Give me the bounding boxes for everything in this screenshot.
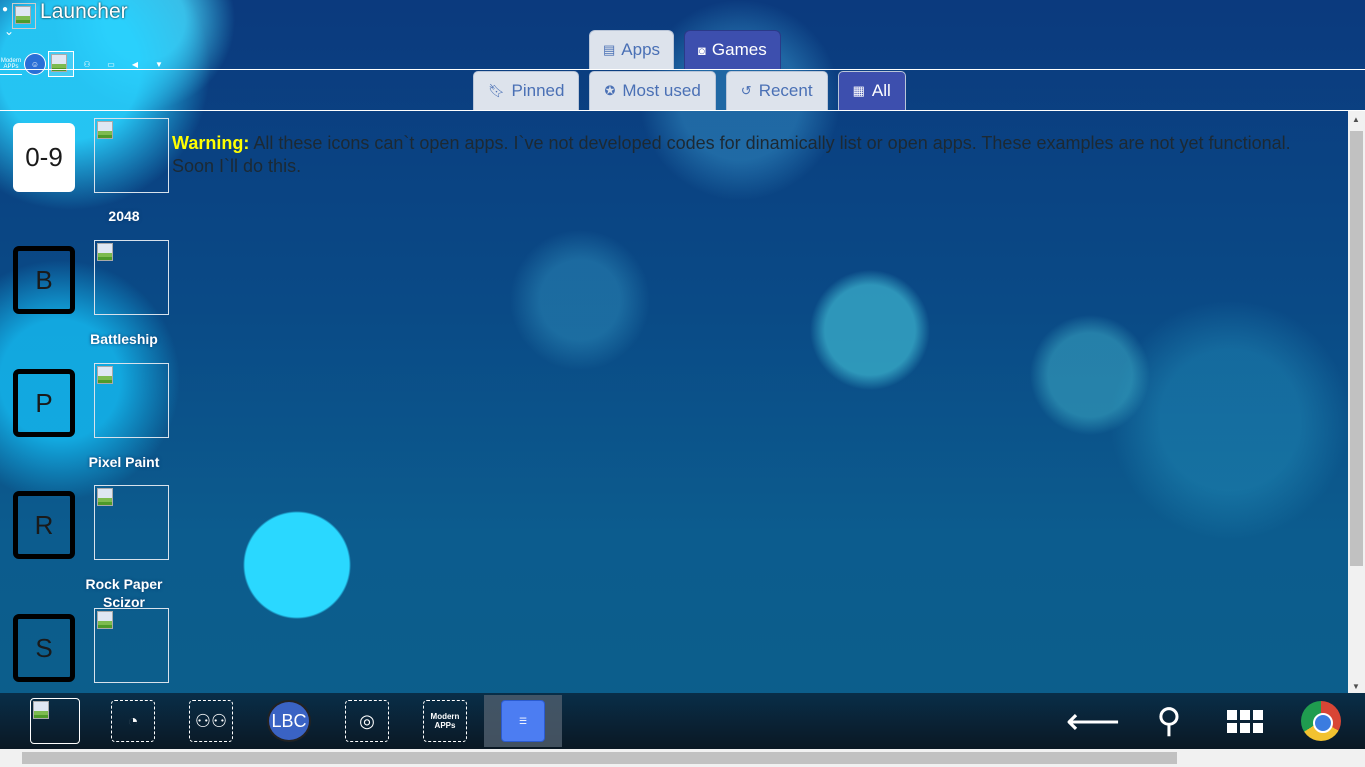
- grid-icon: ▦: [852, 83, 865, 98]
- camera-mini-icon[interactable]: ▭: [100, 53, 122, 75]
- title-bar: ● Launcher: [2, 0, 128, 30]
- tab-recent-label: Recent: [758, 81, 813, 100]
- letter-group-b[interactable]: B: [13, 246, 75, 314]
- taskbar: ◔ ⚇⚇ LBC ◎ Modern APPs ☰ ⟵ ⚲: [0, 693, 1365, 749]
- warning-prefix: Warning:: [172, 133, 250, 153]
- wifi-icon[interactable]: ▼: [148, 53, 170, 75]
- app-label[interactable]: Rock Paper Scizor: [82, 575, 166, 611]
- page-title: Launcher: [40, 0, 128, 23]
- people-mini-icon[interactable]: ⚇: [76, 53, 98, 75]
- tab-recent[interactable]: ↺ Recent: [725, 71, 828, 110]
- broken-image-icon: [30, 698, 80, 744]
- app-icon[interactable]: [94, 608, 169, 683]
- bookmark-icon: 🔖︎: [488, 83, 505, 98]
- taskbar-item-lbc[interactable]: LBC: [250, 695, 328, 747]
- chrome-icon[interactable]: [1297, 697, 1345, 745]
- tab-games[interactable]: ◙ Games: [684, 30, 781, 69]
- list-app-icon: ☰: [501, 700, 545, 742]
- launcher-logo-icon: [12, 3, 37, 29]
- bullet-icon: ●: [2, 4, 9, 15]
- modern-apps-icon: Modern APPs: [423, 700, 467, 742]
- warning-text: All these icons can`t open apps. I`ve no…: [172, 133, 1291, 176]
- taskbar-item-broken-app[interactable]: [16, 695, 94, 747]
- app-icon-rock-paper-scizor[interactable]: [94, 485, 169, 560]
- app-icon-2048[interactable]: [94, 118, 169, 193]
- horizontal-scrollbar[interactable]: [0, 749, 1365, 767]
- taskbar-item-gallery[interactable]: ◔: [94, 695, 172, 747]
- quick-toolbar: Modern APPs ☺ ⚇ ▭ ◀ ▼: [0, 51, 170, 77]
- lbc-icon: LBC: [267, 700, 311, 742]
- broken-image-mini-icon[interactable]: [48, 51, 74, 77]
- gallery-icon: ◔: [111, 700, 155, 742]
- gamepad-icon: ◙: [698, 42, 706, 58]
- card-icon: ▤: [603, 42, 616, 57]
- tab-all[interactable]: ▦ All: [837, 71, 906, 110]
- scroll-up-icon[interactable]: ▲: [1352, 115, 1360, 124]
- chevron-down-icon[interactable]: ⌄: [4, 24, 14, 38]
- search-icon[interactable]: ⚲: [1145, 697, 1193, 745]
- letter-group-r[interactable]: R: [13, 491, 75, 559]
- taskbar-item-list-app[interactable]: ☰: [484, 695, 562, 747]
- modern-apps-mini-icon[interactable]: Modern APPs: [0, 53, 22, 75]
- taskbar-item-modern-apps[interactable]: Modern APPs: [406, 695, 484, 747]
- sub-tabs: 🔖︎ Pinned ✪ Most used ↺ Recent ▦ All: [473, 71, 906, 110]
- camera-icon: ◎: [345, 700, 389, 742]
- nav-buttons: ⟵ ⚲: [1066, 693, 1345, 749]
- tab-most-used-label: Most used: [622, 81, 701, 100]
- scroll-down-icon[interactable]: ▼: [1352, 682, 1360, 691]
- app-label[interactable]: Battleship: [82, 330, 166, 348]
- top-tabs: ▤ Apps ◙ Games: [589, 30, 781, 69]
- app-label[interactable]: 2048: [82, 207, 166, 225]
- tab-pinned-label: Pinned: [511, 81, 565, 100]
- divider: [0, 69, 1365, 70]
- app-icon-pixel-paint[interactable]: [94, 363, 169, 438]
- back-arrow-icon[interactable]: ⟵: [1066, 697, 1120, 745]
- app-icon-battleship[interactable]: [94, 240, 169, 315]
- tab-all-label: All: [871, 81, 891, 100]
- history-icon: ↺: [740, 83, 752, 98]
- tab-apps[interactable]: ▤ Apps: [589, 30, 675, 69]
- taskbar-item-camera[interactable]: ◎: [328, 695, 406, 747]
- speaker-icon[interactable]: ◀: [124, 53, 146, 75]
- letter-group-0-9[interactable]: 0-9: [13, 123, 75, 192]
- app-grid-icon[interactable]: [1221, 697, 1269, 745]
- taskbar-item-contacts[interactable]: ⚇⚇: [172, 695, 250, 747]
- app-label[interactable]: Pixel Paint: [82, 453, 166, 471]
- tab-games-label: Games: [711, 40, 767, 59]
- lbc-mini-icon[interactable]: ☺: [24, 53, 46, 75]
- letter-group-p[interactable]: P: [13, 369, 75, 437]
- tab-most-used[interactable]: ✪ Most used: [589, 71, 716, 110]
- tab-pinned[interactable]: 🔖︎ Pinned: [473, 71, 580, 110]
- people-icon: ⚇⚇: [189, 700, 233, 742]
- star-circle-icon: ✪: [604, 83, 616, 98]
- tab-apps-label: Apps: [621, 40, 661, 59]
- app-list: 0-9 2048 B Battleship P Pixel Paint R Ro…: [0, 111, 1348, 693]
- warning-message: Warning: All these icons can`t open apps…: [172, 132, 1332, 178]
- scrollbar-thumb[interactable]: [1350, 131, 1363, 566]
- letter-group-s[interactable]: S: [13, 614, 75, 682]
- vertical-scrollbar[interactable]: ▲ ▼: [1348, 111, 1365, 693]
- scrollbar-thumb[interactable]: [22, 752, 1177, 764]
